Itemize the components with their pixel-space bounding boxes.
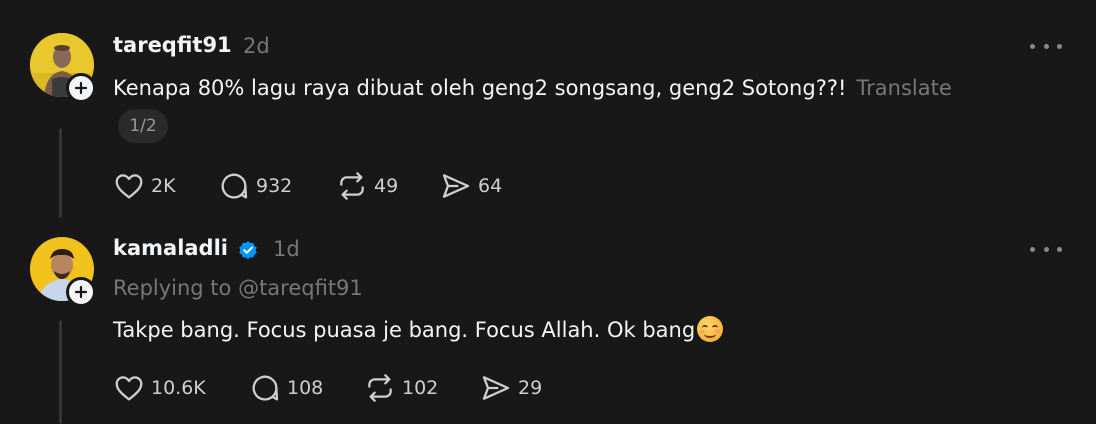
like-count: 10.6K: [151, 377, 206, 399]
like-button[interactable]: 10.6K: [113, 372, 249, 404]
post-text: Takpe bang. Focus puasa je bang. Focus A…: [113, 316, 724, 342]
avatar[interactable]: [30, 237, 96, 307]
repost-button[interactable]: 102: [364, 372, 480, 404]
username[interactable]: kamaladli: [113, 236, 228, 260]
send-icon: [482, 376, 510, 400]
action-bar: 10.6K 108 102 29: [113, 372, 542, 404]
repost-icon: [368, 374, 392, 402]
timestamp[interactable]: 1d: [273, 237, 300, 261]
dot: [1043, 246, 1049, 252]
thread-post: kamaladli 1d Replying to @tareqfit91 Tak…: [0, 0, 1096, 424]
replying-to-label[interactable]: Replying to @tareqfit91: [113, 276, 363, 300]
follow-button[interactable]: [66, 277, 96, 307]
smiling-face-icon: [697, 316, 724, 342]
comment-icon: [252, 375, 279, 401]
plus-icon: [74, 285, 88, 299]
dot: [1057, 246, 1062, 252]
repost-count: 102: [402, 377, 439, 399]
post-content: Takpe bang. Focus puasa je bang. Focus A…: [113, 318, 696, 342]
verified-badge-icon: [239, 241, 257, 260]
thread-line: [59, 320, 62, 424]
share-button[interactable]: 29: [480, 372, 542, 404]
reply-button[interactable]: 108: [249, 372, 364, 404]
share-count: 29: [518, 377, 543, 399]
dot: [1030, 246, 1035, 252]
more-options-button[interactable]: [1030, 239, 1062, 259]
reply-count: 108: [287, 377, 324, 399]
heart-icon: [115, 376, 143, 401]
